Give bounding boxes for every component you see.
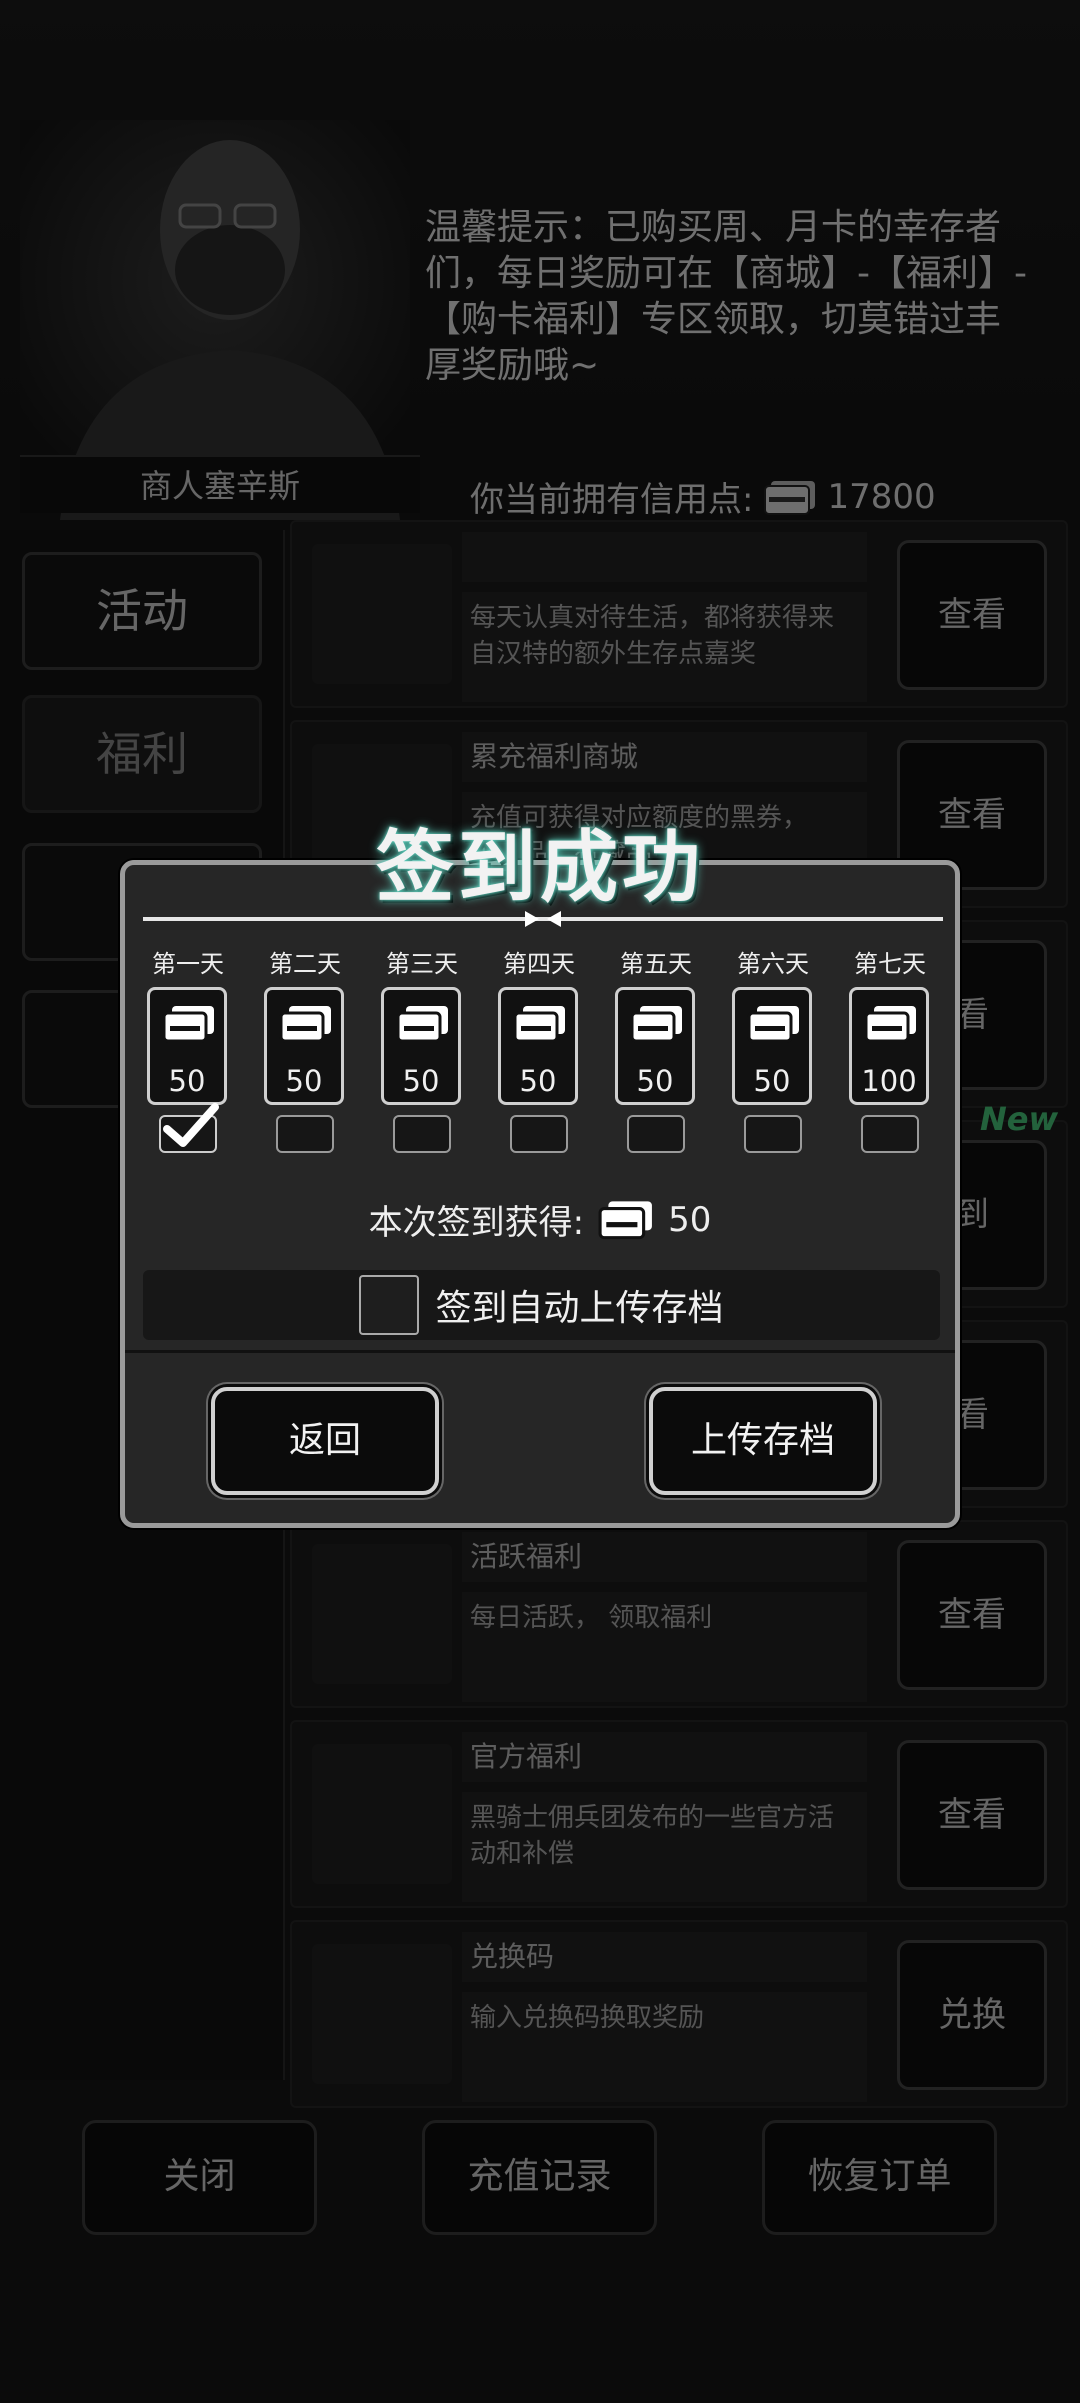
day-label: 第二天 [269, 950, 341, 978]
day-slot: 第一天 50 [147, 947, 229, 1153]
day-checkbox [393, 1115, 451, 1153]
day-checkbox [627, 1115, 685, 1153]
day-reward-card: 50 [615, 987, 695, 1105]
day-amount: 50 [519, 1064, 557, 1098]
day-checkbox [276, 1115, 334, 1153]
title-divider [143, 911, 943, 927]
card-icon [864, 1006, 916, 1043]
dialog-title: 签到成功 [375, 823, 704, 913]
auto-upload-checkbox[interactable] [359, 1275, 420, 1335]
day-checkbox [159, 1103, 219, 1153]
day-reward-card: 50 [381, 987, 461, 1105]
day-reward-card: 100 [849, 987, 929, 1105]
day-label: 第四天 [503, 950, 575, 978]
day-amount: 50 [753, 1064, 791, 1098]
day-reward-card: 50 [498, 987, 578, 1105]
card-icon [630, 1006, 682, 1043]
day-slot: 第二天 50 [264, 947, 346, 1153]
card-icon [513, 1006, 565, 1043]
day-reward-card: 50 [264, 987, 344, 1105]
reward-value: 50 [668, 1199, 712, 1240]
day-label: 第一天 [152, 950, 224, 978]
reward-label: 本次签到获得: [368, 1203, 585, 1243]
day-label: 第三天 [386, 950, 458, 978]
day-amount: 100 [861, 1064, 917, 1098]
day-slot: 第五天 50 [615, 947, 697, 1153]
day-slot: 第六天 50 [732, 947, 814, 1153]
day-label: 第五天 [620, 950, 692, 978]
day-slot: 第三天 50 [381, 947, 463, 1153]
card-icon [162, 1006, 214, 1043]
day-amount: 50 [402, 1064, 440, 1098]
auto-upload-option: 签到自动上传存档 [143, 1270, 940, 1340]
back-button[interactable]: 返回 [211, 1387, 439, 1495]
card-icon [396, 1006, 448, 1043]
day-label: 第六天 [737, 950, 809, 978]
day-label: 第七天 [854, 950, 926, 978]
day-checkbox [510, 1115, 568, 1153]
day-checkbox [744, 1115, 802, 1153]
day-reward-card: 50 [732, 987, 812, 1105]
day-slot: 第七天 100 [849, 947, 931, 1153]
checkin-dialog: 第一天 50 第二天 50 第三天 50 第四天 50 第五天 50 第六天 5… [120, 860, 960, 1528]
card-icon [598, 1200, 653, 1239]
auto-upload-label: 签到自动上传存档 [435, 1288, 724, 1329]
divider [125, 1350, 955, 1353]
day-reward-card: 50 [147, 987, 227, 1105]
upload-save-button[interactable]: 上传存档 [649, 1387, 877, 1495]
day-checkbox [861, 1115, 919, 1153]
reward-summary: 本次签到获得: 50 [125, 1195, 955, 1244]
day-slot: 第四天 50 [498, 947, 580, 1153]
card-icon [279, 1006, 331, 1043]
day-amount: 50 [285, 1064, 323, 1098]
check-icon [163, 1103, 219, 1147]
day-amount: 50 [168, 1064, 206, 1098]
card-icon [747, 1006, 799, 1043]
day-amount: 50 [636, 1064, 674, 1098]
